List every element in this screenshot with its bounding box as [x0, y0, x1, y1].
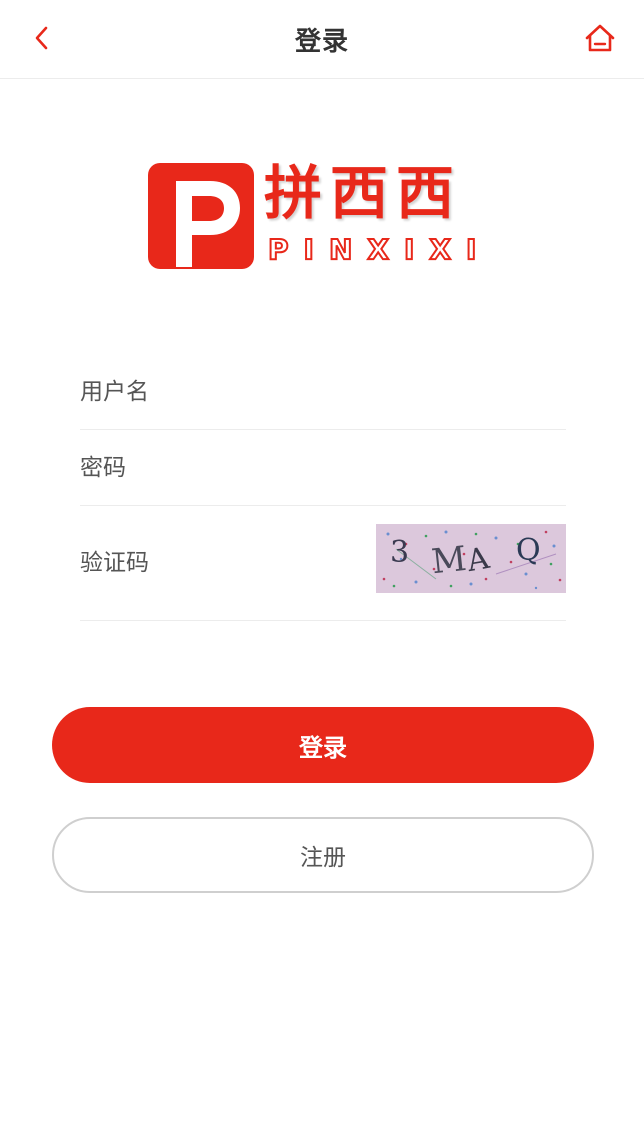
login-button[interactable]: 登录 — [52, 707, 594, 783]
logo-brand-cn: 拼西西 — [264, 159, 463, 227]
captcha-image[interactable]: 3 M A Q — [376, 524, 566, 593]
login-page: 登录 拼西西 PINXIXI 用户名 验证码 3 M A Q 登录 注册 — [0, 0, 644, 1148]
login-form: 3 M A Q — [80, 354, 566, 621]
username-field[interactable] — [80, 354, 566, 429]
page-title: 登录 — [294, 26, 349, 57]
svg-text:3: 3 — [390, 535, 409, 570]
home-button[interactable] — [578, 18, 622, 62]
brand-logo: 拼西西 PINXIXI — [148, 159, 492, 271]
chevron-left-icon — [32, 24, 52, 56]
home-icon — [584, 23, 616, 57]
username-row — [80, 354, 566, 430]
header-bar: 登录 — [0, 0, 644, 79]
svg-text:M: M — [430, 539, 469, 582]
password-row — [80, 430, 566, 506]
captcha-field[interactable] — [80, 506, 360, 620]
register-button[interactable]: 注册 — [52, 817, 594, 893]
svg-text:Q: Q — [516, 533, 541, 568]
captcha-row: 3 M A Q — [80, 506, 566, 621]
logo-mark-icon — [148, 163, 254, 269]
logo-brand-en: PINXIXI — [267, 232, 492, 267]
back-button[interactable] — [22, 20, 62, 60]
password-field[interactable] — [80, 430, 566, 505]
